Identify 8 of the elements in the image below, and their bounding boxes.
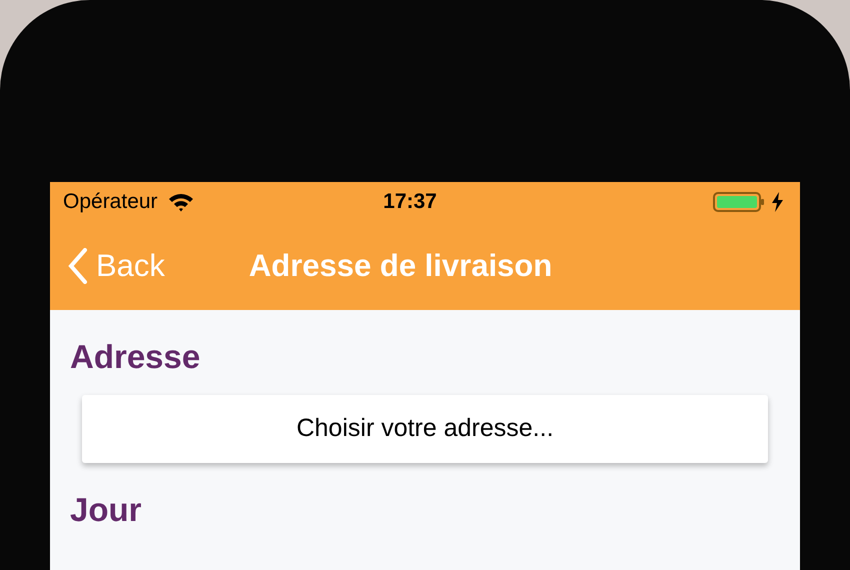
address-picker-button[interactable]: Choisir votre adresse... [82,395,768,463]
wifi-icon [168,192,194,212]
section-heading: Adresse [70,337,202,376]
carrier-name: Opérateur [63,189,158,216]
back-chevron-icon [68,248,88,284]
status-time: 17:37 [382,189,438,216]
screen-title: Adresse de livraison [248,246,552,285]
section-heading: Jour [70,490,143,529]
